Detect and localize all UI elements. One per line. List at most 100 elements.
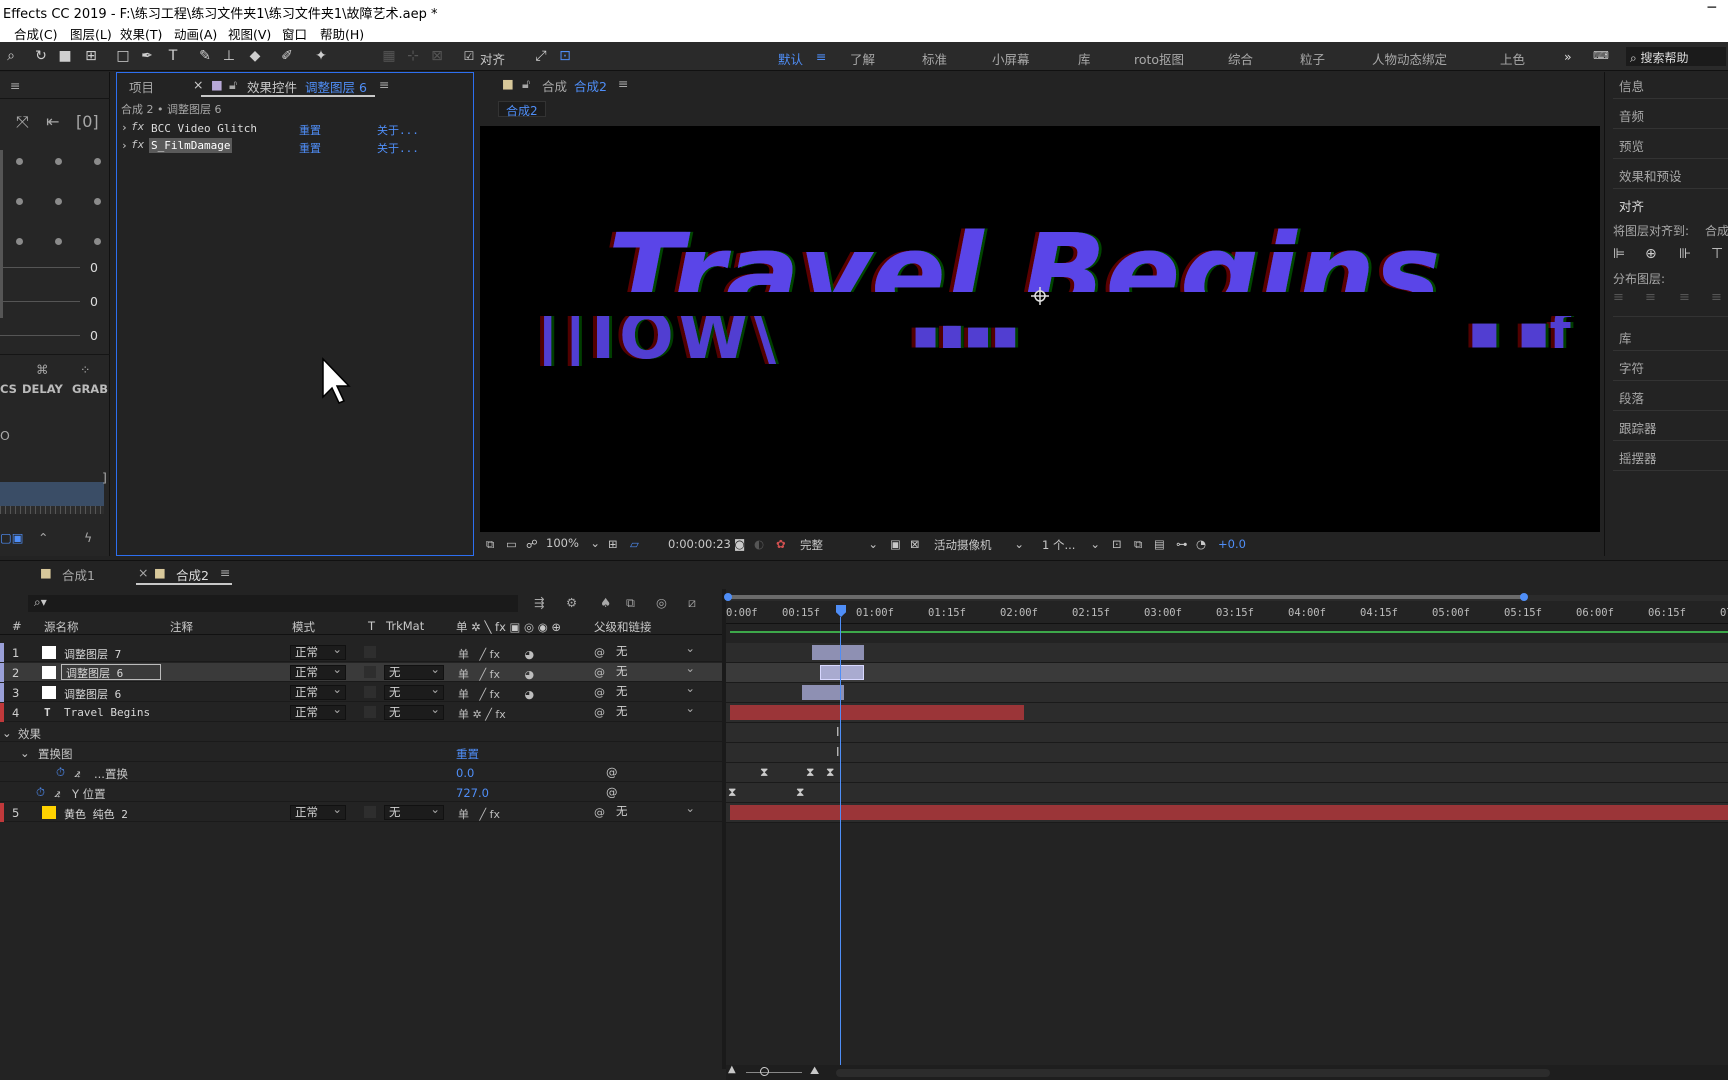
grid-dot[interactable] <box>16 198 23 205</box>
zoom-in-icon[interactable]: ⛰ <box>810 1064 819 1078</box>
mode-select[interactable]: 正常 <box>290 683 346 700</box>
resolution-select[interactable]: 完整 ⌄ <box>800 537 880 553</box>
graph-icon[interactable]: ⦨ <box>74 766 80 781</box>
grid-dot[interactable] <box>55 158 62 165</box>
reset-link[interactable]: 重置 <box>299 122 321 138</box>
tab-comp1[interactable]: 合成1 <box>62 565 95 584</box>
parent-select[interactable]: 无 <box>612 702 698 720</box>
expand-icon[interactable]: ⤧ <box>16 112 29 132</box>
chevron-right-icon[interactable]: › <box>121 121 128 134</box>
layer-switches[interactable]: 单 ╱ fx ◕ <box>458 666 534 682</box>
menu-view[interactable]: 视图(V) <box>228 24 271 43</box>
panel-wiggler[interactable]: 摇摆器 <box>1619 448 1657 467</box>
col-num[interactable]: # <box>12 619 22 633</box>
layer-row[interactable]: 5 黄色 纯色 2 正常 无 单 ╱ fx @ 无 <box>0 802 722 822</box>
pickwhip-icon[interactable]: @ <box>594 706 605 719</box>
panel-info[interactable]: 信息 <box>1619 76 1644 95</box>
col-comment[interactable]: 注释 <box>170 619 193 635</box>
stopwatch-icon[interactable]: ⏱ <box>56 765 65 780</box>
chevron-down-icon[interactable]: ⌄ <box>20 746 30 760</box>
col-parent[interactable]: 父级和链接 <box>594 619 652 635</box>
grid-dot[interactable] <box>55 198 62 205</box>
align-checkbox[interactable]: ☑ <box>460 48 478 64</box>
chevron-down-icon[interactable]: ⌄ <box>2 726 12 740</box>
slider-value-2[interactable]: 0 <box>90 294 98 309</box>
fast-preview-icon[interactable]: ▣ <box>890 537 901 551</box>
panel-menu-icon[interactable]: ≡ <box>10 78 20 93</box>
expression-icon[interactable]: I <box>836 745 840 759</box>
fx-icon[interactable]: fx <box>131 120 144 133</box>
layer-name[interactable]: Travel Begins <box>64 706 150 719</box>
workspace-small-screen[interactable]: 小屏幕 <box>992 49 1030 68</box>
grid-dot[interactable] <box>16 238 23 245</box>
comp-flowchart-icon[interactable]: ⇶ <box>534 595 544 610</box>
roto-brush-tool-icon[interactable]: ✐ <box>278 48 296 64</box>
layer-row[interactable]: 3 调整图层 6 正常 无 单 ╱ fx ◕ @ 无 <box>0 682 722 702</box>
layer-bar[interactable] <box>812 645 864 660</box>
layer-name[interactable]: 黄色 纯色 2 <box>64 806 128 822</box>
bracket-left-icon[interactable]: ⇤ <box>46 112 59 131</box>
col-t[interactable]: T <box>368 619 375 633</box>
pickwhip-icon[interactable]: @ <box>606 765 618 779</box>
horizontal-scrollbar[interactable] <box>836 1069 1550 1077</box>
trkmat-select[interactable]: 无 <box>384 683 444 700</box>
effect-row[interactable]: › fx BCC Video Glitch 重置 关于... <box>121 119 471 137</box>
panel-effects-presets[interactable]: 效果和预设 <box>1619 166 1682 185</box>
col-mode[interactable]: 模式 <box>292 619 315 635</box>
preserve-transparency-toggle[interactable] <box>364 646 376 658</box>
workspace-default[interactable]: 默认 <box>778 49 803 68</box>
about-link[interactable]: 关于... <box>377 122 419 138</box>
panel-audio[interactable]: 音频 <box>1619 106 1644 125</box>
view-options-icon[interactable]: ⧉ <box>1134 537 1142 552</box>
layer-bar[interactable] <box>802 685 844 700</box>
keyframe-icon[interactable]: ⧗ <box>728 785 736 800</box>
workspace-overflow-icon[interactable]: » <box>1564 49 1572 64</box>
preserve-transparency-toggle[interactable] <box>364 666 376 678</box>
effect-group-row[interactable]: ⌄ 效果 <box>0 723 722 742</box>
layer-color-label[interactable] <box>0 803 4 822</box>
zoom-tool-icon[interactable]: ⌕ <box>2 48 20 64</box>
grid-dot[interactable] <box>94 158 101 165</box>
comp-breadcrumb-chip[interactable]: 合成2 <box>506 102 538 119</box>
region-of-interest-icon[interactable]: ▱ <box>630 537 639 551</box>
property-value[interactable]: 0.0 <box>456 766 474 780</box>
pen-tool-icon[interactable]: ✒ <box>138 48 156 64</box>
workspace-menu-icon[interactable]: ≡ <box>816 49 826 64</box>
zoom-slider-thumb[interactable] <box>760 1067 769 1076</box>
mini-timeline[interactable] <box>0 482 104 506</box>
show-snapshot-icon[interactable]: ◐ <box>754 537 764 551</box>
frame-blending-icon[interactable]: ⧉ <box>626 595 635 611</box>
workspace-particles[interactable]: 粒子 <box>1300 49 1325 68</box>
preserve-transparency-toggle[interactable] <box>364 686 376 698</box>
lightning-icon[interactable]: ϟ <box>84 530 92 545</box>
transparency-grid-icon[interactable]: ⊠ <box>910 537 920 551</box>
chevron-right-icon[interactable]: › <box>121 139 128 152</box>
workspace-all-panels[interactable]: 综合 <box>1228 49 1253 68</box>
axis-world-icon[interactable]: ⊠ <box>428 48 446 64</box>
keyframe-icon[interactable]: ⧗ <box>806 765 814 780</box>
reset-exposure-icon[interactable]: ◔ <box>1196 537 1206 551</box>
pickwhip-icon[interactable]: @ <box>594 686 605 699</box>
col-source-name[interactable]: 源名称 <box>44 619 79 635</box>
panel-menu-icon[interactable]: ≡ <box>220 565 230 580</box>
pickwhip-icon[interactable]: @ <box>606 785 618 799</box>
grid-dot[interactable] <box>55 238 62 245</box>
layer-switches[interactable]: 单 ✲ ╱ fx <box>458 706 506 722</box>
panel-align[interactable]: 对齐 <box>1619 196 1644 215</box>
motion-blur-icon[interactable]: ◎ <box>656 595 667 610</box>
monitor-icon[interactable]: ▭ <box>506 537 517 551</box>
layer-bar[interactable] <box>730 705 1024 720</box>
tab-project[interactable]: 项目 <box>129 77 154 96</box>
slider-value-3[interactable]: 0 <box>90 328 98 343</box>
close-icon[interactable]: × <box>193 77 203 92</box>
property-row[interactable]: ⏱ ⦨ Y 位置 727.0 @ <box>0 783 722 802</box>
resolution-grid-icon[interactable]: ⊞ <box>608 537 618 551</box>
always-preview-icon[interactable]: ⧉ <box>486 537 494 552</box>
keyframe-icon[interactable]: ⧗ <box>760 765 768 780</box>
mode-toggle-icon[interactable]: ▢▣ <box>0 530 24 545</box>
trkmat-select[interactable]: 无 <box>384 803 444 820</box>
mode-select[interactable]: 正常 <box>290 663 346 680</box>
rectangle-tool-icon[interactable]: □ <box>114 48 132 64</box>
panel-preview[interactable]: 预览 <box>1619 136 1644 155</box>
pan-behind-tool-icon[interactable]: ⊞ <box>82 48 100 64</box>
